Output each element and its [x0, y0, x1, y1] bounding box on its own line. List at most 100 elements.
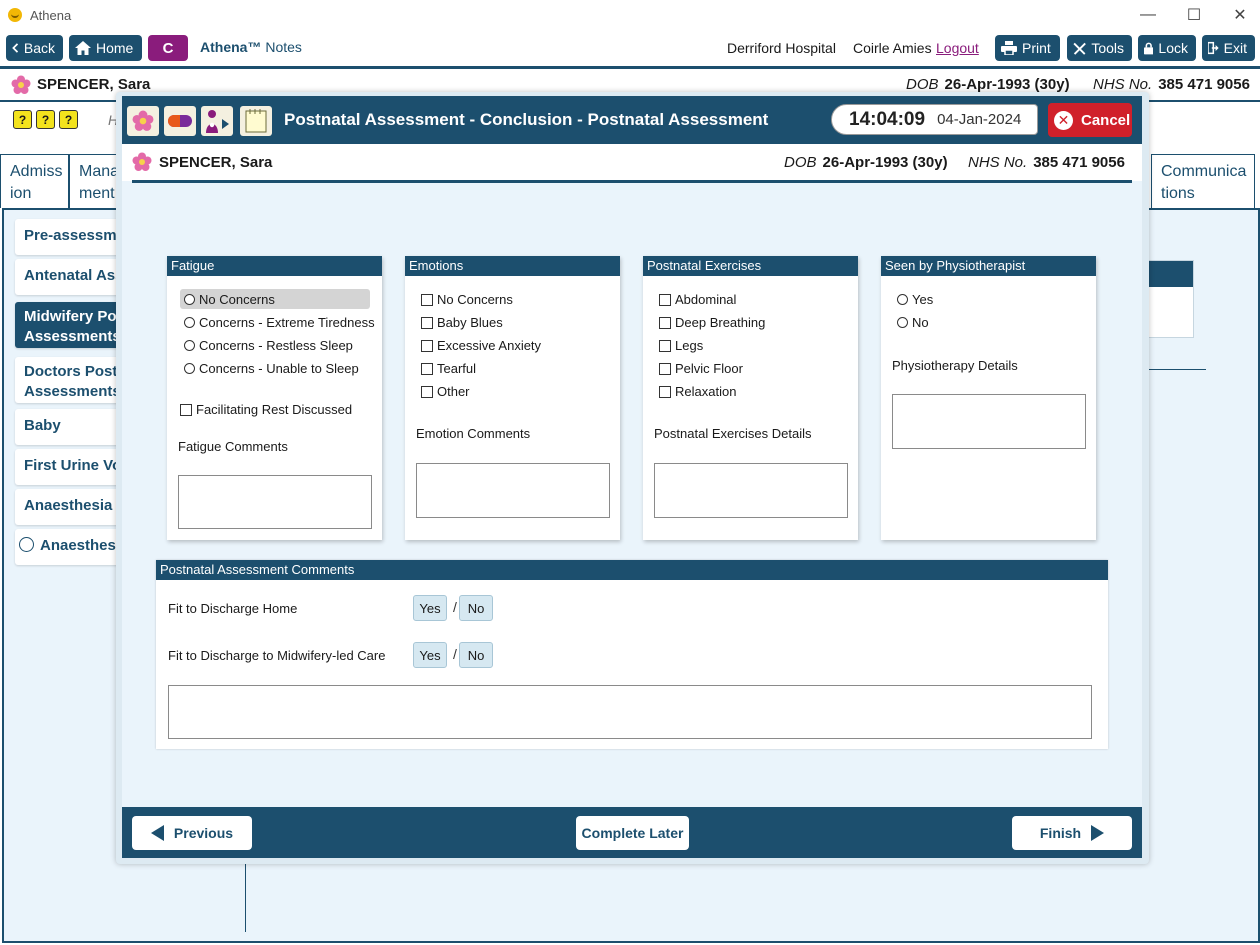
checkbox-icon [659, 316, 671, 329]
nav-item-baby[interactable]: Baby [15, 409, 125, 445]
emotion-comments-label: Emotion Comments [416, 426, 531, 441]
nav-item-anaesthesia-info[interactable]: Anaesthesia Information [15, 489, 125, 525]
previous-button[interactable]: Previous [132, 816, 252, 850]
close-icon: ✕ [1054, 110, 1073, 130]
checkbox-icon [421, 385, 433, 398]
main-toolbar: Back Home C Athena™ Notes Derriford Hosp… [0, 30, 1260, 66]
home-button[interactable]: Home [69, 35, 142, 61]
fatigue-option-extreme-tiredness[interactable]: Concerns - Extreme Tiredness [184, 315, 375, 330]
emotion-option-no-concerns[interactable]: No Concerns [421, 292, 513, 307]
assessment-comments-panel: Postnatal Assessment Comments Fit to Dis… [156, 560, 1108, 749]
radio-icon [897, 317, 908, 328]
emotion-comments-field[interactable] [416, 463, 610, 518]
separator: / [453, 646, 457, 662]
discharge-home-no-button[interactable]: No [459, 595, 493, 621]
print-label: Print [1022, 40, 1051, 56]
close-window-button[interactable]: ✕ [1217, 0, 1260, 30]
window-title: Athena [30, 7, 72, 23]
flower-icon[interactable] [127, 106, 159, 136]
physiotherapist-header: Seen by Physiotherapist [881, 256, 1096, 276]
dialog-banner-divider [132, 180, 1132, 183]
clock-time: 14:04:09 [849, 108, 926, 130]
alert-icon[interactable]: ? [36, 110, 55, 129]
exercise-option-abdominal[interactable]: Abdominal [659, 292, 736, 307]
discharge-mlc-yes-button[interactable]: Yes [413, 642, 447, 668]
checkbox-icon [659, 339, 671, 352]
checkbox-icon [659, 293, 671, 306]
discharge-home-yes-button[interactable]: Yes [413, 595, 447, 621]
patient-name: SPENCER, Sara [37, 76, 151, 93]
assessment-comments-field[interactable] [168, 685, 1092, 739]
tools-button[interactable]: Tools [1067, 35, 1132, 61]
cancel-button[interactable]: ✕ Cancel [1048, 103, 1132, 137]
fatigue-option-unable-to-sleep[interactable]: Concerns - Unable to Sleep [184, 361, 359, 376]
home-label: Home [96, 40, 134, 56]
fatigue-option-restless-sleep[interactable]: Concerns - Restless Sleep [184, 338, 353, 353]
dialog-header: Postnatal Assessment - Conclusion - Post… [122, 96, 1142, 144]
logout-link[interactable]: Logout [936, 40, 979, 56]
print-button[interactable]: Print [995, 35, 1060, 61]
mother-baby-icon[interactable] [201, 106, 233, 136]
exercise-details-label: Postnatal Exercises Details [654, 426, 812, 441]
radio-icon [184, 363, 195, 374]
complete-later-button[interactable]: Complete Later [576, 816, 689, 850]
fatigue-option-no-concerns[interactable]: No Concerns [180, 289, 370, 309]
status-circle-icon [19, 537, 34, 552]
tools-label: Tools [1091, 40, 1124, 56]
emotion-option-excessive-anxiety[interactable]: Excessive Anxiety [421, 338, 541, 353]
checkbox-icon [421, 316, 433, 329]
finish-label: Finish [1039, 825, 1082, 841]
exit-button[interactable]: Exit [1202, 35, 1255, 61]
dialog-footer: Previous Complete Later Finish [122, 807, 1142, 858]
discharge-home-toggle: Yes / No [413, 595, 503, 621]
finish-button[interactable]: Finish [1012, 816, 1132, 850]
tab-communications[interactable]: Communica tions [1151, 154, 1255, 208]
physio-option-no[interactable]: No [897, 315, 929, 330]
notes-icon[interactable] [240, 106, 272, 136]
maximize-button[interactable]: ☐ [1171, 0, 1217, 30]
fatigue-panel: Fatigue No Concerns Concerns - Extreme T… [167, 256, 382, 540]
medication-icon[interactable] [164, 106, 196, 136]
alert-icon[interactable]: ? [13, 110, 32, 129]
postnatal-exercises-header: Postnatal Exercises [643, 256, 858, 276]
printer-icon [1001, 41, 1017, 55]
physio-option-yes[interactable]: Yes [897, 292, 933, 307]
lock-button[interactable]: Lock [1138, 35, 1196, 61]
exercise-option-relaxation[interactable]: Relaxation [659, 384, 736, 399]
previous-label: Previous [173, 825, 234, 841]
nav-item-anaesthesia[interactable]: Anaesthesia [15, 529, 125, 565]
discharge-mlc-no-button[interactable]: No [459, 642, 493, 668]
patient-dob: DOB 26-Apr-1993 (30y) [784, 154, 948, 171]
flower-icon [132, 152, 152, 171]
exercise-option-pelvic-floor[interactable]: Pelvic Floor [659, 361, 743, 376]
exercise-option-deep-breathing[interactable]: Deep Breathing [659, 315, 765, 330]
clock-date: 04-Jan-2024 [937, 111, 1022, 128]
emotion-option-other[interactable]: Other [421, 384, 470, 399]
clock-display: 14:04:09 04-Jan-2024 [831, 104, 1038, 135]
nav-item-antenatal[interactable]: Antenatal Assessments [15, 259, 125, 295]
fatigue-header: Fatigue [167, 256, 382, 276]
background-card [1146, 260, 1194, 338]
nav-item-pre-assessment[interactable]: Pre-assessment [15, 219, 125, 255]
exercise-option-legs[interactable]: Legs [659, 338, 703, 353]
nav-item-doctors-postnatal[interactable]: Doctors PostnatalAssessments [15, 357, 125, 403]
exercise-details-field[interactable] [654, 463, 848, 518]
emotion-option-tearful[interactable]: Tearful [421, 361, 476, 376]
physio-details-field[interactable] [892, 394, 1086, 449]
emotions-panel: Emotions No Concerns Baby Blues Excessiv… [405, 256, 620, 540]
alert-icon[interactable]: ? [59, 110, 78, 129]
tab-admission[interactable]: Admiss ion [0, 154, 69, 208]
facilitating-rest-checkbox[interactable]: Facilitating Rest Discussed [180, 402, 352, 417]
minimize-button[interactable]: — [1125, 0, 1171, 30]
radio-icon [897, 294, 908, 305]
fatigue-comments-field[interactable] [178, 475, 372, 529]
c-button[interactable]: C [148, 35, 188, 61]
checkbox-icon [180, 403, 192, 416]
radio-icon [184, 317, 195, 328]
nav-item-midwifery-postnatal[interactable]: Midwifery PostnatalAssessments [15, 302, 125, 348]
background-timeline-line [245, 858, 246, 932]
back-button[interactable]: Back [6, 35, 63, 61]
checkbox-icon [659, 362, 671, 375]
emotion-option-baby-blues[interactable]: Baby Blues [421, 315, 503, 330]
nav-item-first-urine-void[interactable]: First Urine Void [15, 449, 125, 485]
